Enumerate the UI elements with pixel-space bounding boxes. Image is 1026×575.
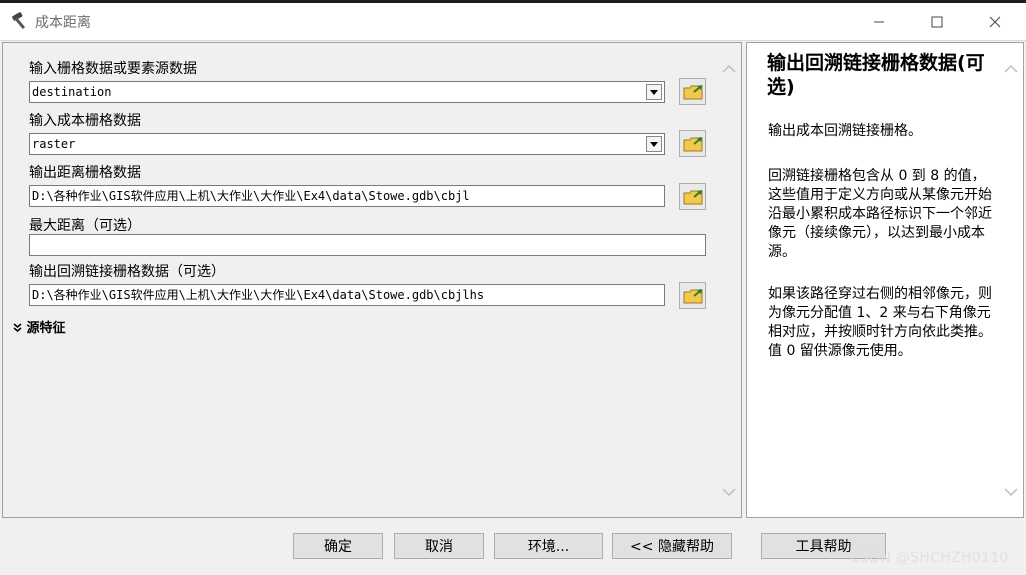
ok-button[interactable]: 确定: [293, 533, 383, 559]
maximize-icon: [931, 16, 943, 27]
browse-output-backlink-button[interactable]: [679, 282, 706, 309]
parameters-pane[interactable]: 输入栅格数据或要素源数据 destination 输入成本栅格数据 raster…: [2, 42, 742, 518]
open-folder-icon: [683, 85, 702, 100]
output-backlink-label: 输出回溯链接栅格数据（可选）: [29, 264, 225, 280]
browse-input-source-button[interactable]: [679, 78, 706, 105]
double-chevron-down-icon: [13, 321, 27, 336]
close-icon: [989, 16, 1001, 27]
help-title: 输出回溯链接栅格数据(可选): [767, 52, 985, 98]
cancel-button[interactable]: 取消: [394, 533, 484, 559]
scroll-up-button[interactable]: [721, 63, 737, 75]
title-bar: 成本距离: [0, 3, 1026, 41]
output-distance-input[interactable]: D:\各种作业\GIS软件应用\上机\大作业\大作业\Ex4\data\Stow…: [29, 185, 665, 207]
open-folder-icon: [683, 289, 702, 304]
open-folder-icon: [683, 137, 702, 152]
cost-raster-value: raster: [32, 137, 76, 151]
output-distance-label: 输出距离栅格数据: [29, 165, 141, 181]
browse-output-distance-button[interactable]: [679, 183, 706, 210]
chevron-down-icon[interactable]: [646, 84, 662, 100]
output-backlink-value: D:\各种作业\GIS软件应用\上机\大作业\大作业\Ex4\data\Stow…: [32, 288, 485, 302]
environments-button[interactable]: 环境...: [494, 533, 603, 559]
window-title: 成本距离: [35, 15, 91, 31]
chevron-down-icon: [1004, 488, 1018, 497]
help-scroll-down-button[interactable]: [1003, 486, 1019, 498]
hammer-icon: [10, 11, 30, 31]
hide-help-button[interactable]: << 隐藏帮助: [612, 533, 732, 559]
maximize-button[interactable]: [908, 3, 966, 40]
help-pane[interactable]: 输出回溯链接栅格数据(可选) 输出成本回溯链接栅格。 回溯链接栅格包含从 0 到…: [746, 42, 1024, 518]
browse-cost-raster-button[interactable]: [679, 130, 706, 157]
minimize-button[interactable]: [850, 3, 908, 40]
help-paragraph: 如果该路径穿过右侧的相邻像元，则为像元分配值 1、2 来与右下角像元相对应，并按…: [768, 286, 992, 359]
output-backlink-input[interactable]: D:\各种作业\GIS软件应用\上机\大作业\大作业\Ex4\data\Stow…: [29, 284, 665, 306]
cost-raster-combo[interactable]: raster: [29, 133, 665, 155]
help-paragraph: 回溯链接栅格包含从 0 到 8 的值，这些值用于定义方向或从某像元开始沿最小累积…: [768, 168, 992, 260]
chevron-up-icon: [1004, 64, 1018, 73]
input-source-combo[interactable]: destination: [29, 81, 665, 103]
help-scroll-up-button[interactable]: [1003, 63, 1019, 75]
max-distance-input[interactable]: [29, 234, 706, 256]
minimize-icon: [874, 21, 884, 22]
watermark: CSDN @SHCHZH0110: [850, 550, 1009, 566]
close-button[interactable]: [966, 3, 1024, 40]
help-paragraph: 输出成本回溯链接栅格。: [768, 123, 922, 139]
input-source-value: destination: [32, 85, 112, 99]
chevron-down-icon: [722, 488, 736, 497]
scroll-down-button[interactable]: [721, 486, 737, 498]
open-folder-icon: [683, 190, 702, 205]
section-toggle-label: 源特征: [26, 321, 66, 336]
max-distance-label: 最大距离（可选）: [29, 218, 141, 234]
output-distance-value: D:\各种作业\GIS软件应用\上机\大作业\大作业\Ex4\data\Stow…: [32, 189, 470, 203]
input-source-label: 输入栅格数据或要素源数据: [29, 61, 197, 77]
source-characteristics-toggle[interactable]: 源特征: [13, 317, 66, 336]
cost-raster-label: 输入成本栅格数据: [29, 113, 141, 129]
chevron-up-icon: [722, 64, 736, 73]
chevron-down-icon[interactable]: [646, 136, 662, 152]
